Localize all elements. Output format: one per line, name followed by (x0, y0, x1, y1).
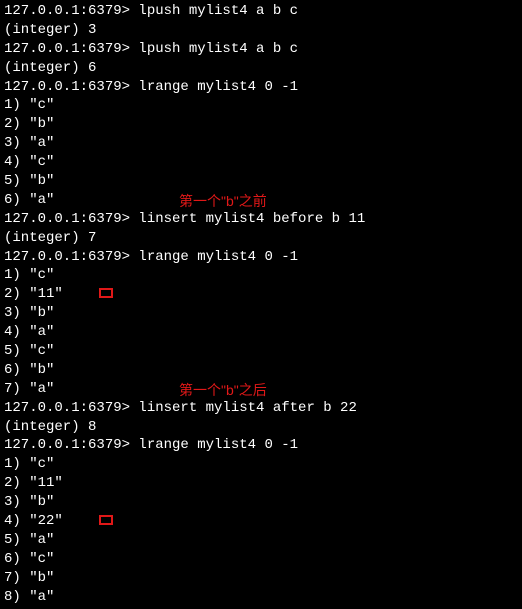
command-response: (integer) 8 (4, 419, 96, 435)
list-value: "a" (29, 381, 54, 397)
shell-prompt: 127.0.0.1:6379> (4, 211, 138, 227)
list-value: "b" (29, 173, 54, 189)
list-index: 4) (4, 324, 29, 340)
list-index: 2) (4, 286, 29, 302)
list-item: 2) "11" (4, 474, 518, 493)
list-value: "11" (29, 286, 63, 302)
list-index: 2) (4, 475, 29, 491)
list-value: "b" (29, 305, 54, 321)
shell-prompt: 127.0.0.1:6379> (4, 249, 138, 265)
list-value: "b" (29, 570, 54, 586)
list-item: 7) "b" (4, 569, 518, 588)
terminal-output: 127.0.0.1:6379> lpush mylist4 a b c (inte… (4, 2, 518, 607)
list-index: 4) (4, 513, 29, 529)
list-item: 5) "a" (4, 531, 518, 550)
list-value: "a" (29, 135, 54, 151)
list-item: 5) "b" (4, 172, 518, 191)
list-item: 3) "b" (4, 304, 518, 323)
list-value: "c" (29, 343, 54, 359)
shell-command[interactable]: lrange mylist4 0 -1 (138, 249, 298, 265)
shell-command[interactable]: lrange mylist4 0 -1 (138, 79, 298, 95)
shell-prompt: 127.0.0.1:6379> (4, 400, 138, 416)
highlight-marker-icon (99, 515, 113, 525)
list-value: "b" (29, 362, 54, 378)
list-value: "c" (29, 154, 54, 170)
list-item: 6) "b" (4, 361, 518, 380)
shell-prompt: 127.0.0.1:6379> (4, 437, 138, 453)
list-value: "11" (29, 475, 63, 491)
shell-command[interactable]: linsert mylist4 before b 11 (138, 211, 365, 227)
shell-command[interactable]: lpush mylist4 a b c (138, 3, 298, 19)
shell-prompt: 127.0.0.1:6379> (4, 41, 138, 57)
shell-command[interactable]: lrange mylist4 0 -1 (138, 437, 298, 453)
list-value: "c" (29, 456, 54, 472)
annotation-label: 第一个"b"之后 (179, 381, 267, 400)
list-item: 1) "c" (4, 266, 518, 285)
list-value: "a" (29, 589, 54, 605)
list-item: 4) "c" (4, 153, 518, 172)
shell-prompt: 127.0.0.1:6379> (4, 79, 138, 95)
list-index: 5) (4, 173, 29, 189)
list-index: 6) (4, 192, 29, 208)
list-value: "c" (29, 97, 54, 113)
command-response: (integer) 6 (4, 60, 96, 76)
list-item: 3) "a" (4, 134, 518, 153)
list-value: "c" (29, 267, 54, 283)
list-item: 2) "b" (4, 115, 518, 134)
list-index: 2) (4, 116, 29, 132)
shell-command[interactable]: lpush mylist4 a b c (138, 41, 298, 57)
list-item: 4) "22" (4, 512, 518, 531)
list-index: 3) (4, 305, 29, 321)
list-item: 4) "a" (4, 323, 518, 342)
list-item: 5) "c" (4, 342, 518, 361)
list-index: 6) (4, 551, 29, 567)
annotation-label: 第一个"b"之前 (179, 192, 267, 211)
list-index: 7) (4, 381, 29, 397)
list-index: 1) (4, 267, 29, 283)
list-value: "a" (29, 532, 54, 548)
shell-command[interactable]: linsert mylist4 after b 22 (138, 400, 356, 416)
list-value: "b" (29, 494, 54, 510)
list-index: 1) (4, 97, 29, 113)
list-value: "c" (29, 551, 54, 567)
list-index: 3) (4, 494, 29, 510)
list-index: 6) (4, 362, 29, 378)
list-index: 7) (4, 570, 29, 586)
shell-prompt: 127.0.0.1:6379> (4, 3, 138, 19)
list-value: "a" (29, 324, 54, 340)
list-item: 6) "c" (4, 550, 518, 569)
list-value: "22" (29, 513, 63, 529)
list-index: 3) (4, 135, 29, 151)
list-index: 1) (4, 456, 29, 472)
list-index: 8) (4, 589, 29, 605)
command-response: (integer) 7 (4, 230, 96, 246)
list-item: 2) "11" (4, 285, 518, 304)
list-index: 5) (4, 532, 29, 548)
list-item: 3) "b" (4, 493, 518, 512)
command-response: (integer) 3 (4, 22, 96, 38)
list-item: 1) "c" (4, 455, 518, 474)
list-item: 1) "c" (4, 96, 518, 115)
highlight-marker-icon (99, 288, 113, 298)
list-index: 4) (4, 154, 29, 170)
list-index: 5) (4, 343, 29, 359)
list-item: 8) "a" (4, 588, 518, 607)
list-value: "a" (29, 192, 54, 208)
list-value: "b" (29, 116, 54, 132)
